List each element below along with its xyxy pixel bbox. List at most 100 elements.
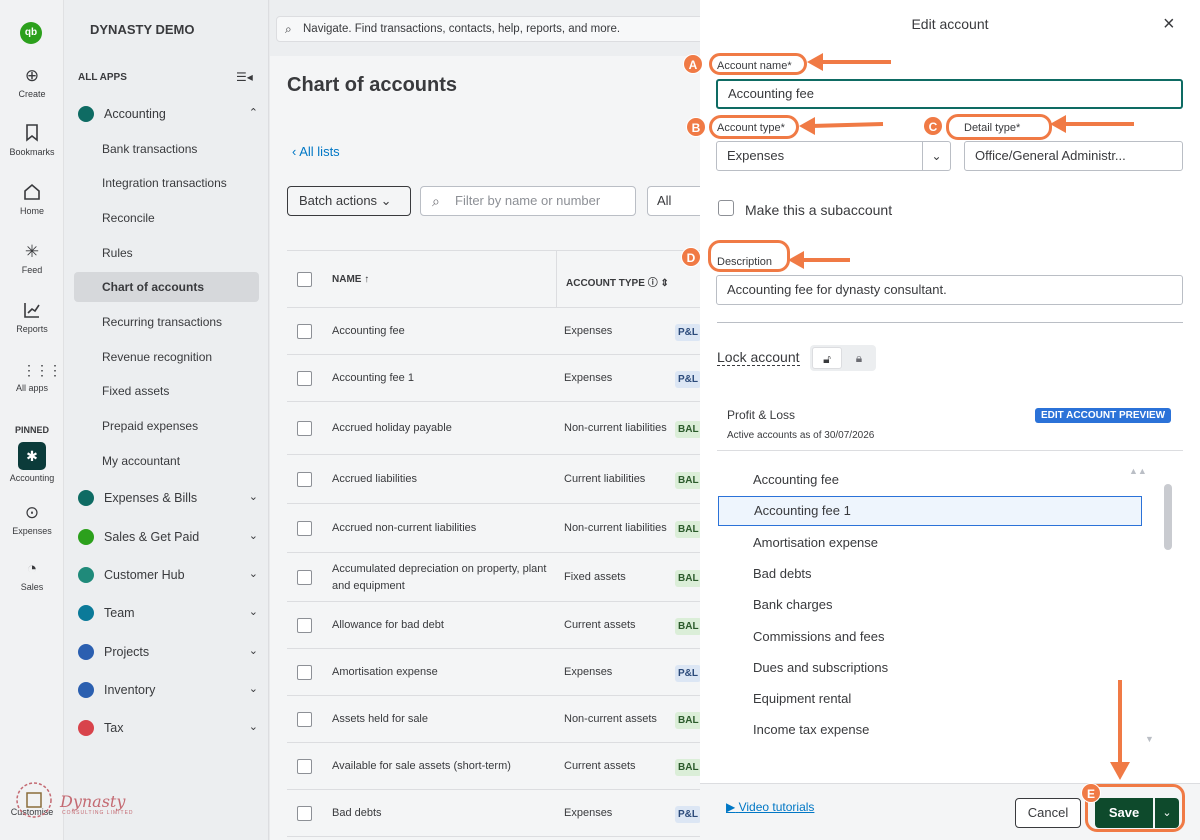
select-all-checkbox[interactable]: [297, 272, 312, 287]
nav-bank-transactions[interactable]: Bank transactions: [74, 134, 259, 164]
filter-input[interactable]: ⌕ Filter by name or number: [420, 186, 636, 216]
table-row[interactable]: Accounting fee Expenses P&L: [287, 308, 701, 355]
preview-list-item[interactable]: Amortisation expense: [753, 535, 878, 550]
table-row[interactable]: Accrued non-current liabilities Non-curre…: [287, 504, 702, 553]
rail-pinned-accounting[interactable]: ✱ Accounting: [0, 442, 64, 483]
nav-reconcile[interactable]: Reconcile: [74, 203, 259, 233]
account-type-select[interactable]: Expenses ⌄: [716, 141, 951, 171]
preview-scrollbar[interactable]: [1164, 484, 1172, 550]
rail-create[interactable]: ⊕ Create: [0, 66, 64, 99]
row-checkbox[interactable]: [297, 420, 312, 436]
nav-expenses-bills[interactable]: Expenses & Bills ⌄: [78, 488, 258, 510]
table-row[interactable]: Allowance for bad debt Current assets BAL: [287, 602, 702, 649]
row-checkbox[interactable]: [297, 805, 312, 821]
row-account-name[interactable]: Allowance for bad debt: [332, 617, 552, 634]
preview-list-item[interactable]: Bad debts: [753, 566, 812, 581]
table-row[interactable]: Bad debts Expenses P&L: [287, 790, 701, 837]
row-account-name[interactable]: Accrued liabilities: [332, 471, 552, 488]
preview-title: Profit & Loss: [727, 408, 796, 422]
type-filter-select[interactable]: All: [647, 186, 707, 216]
nav-chart-of-accounts[interactable]: Chart of accounts: [74, 272, 259, 302]
table-row[interactable]: Accrued liabilities Current liabilities BA…: [287, 455, 702, 504]
lock-account-toggle[interactable]: 🔓︎ 🔒︎: [810, 345, 876, 371]
row-account-name[interactable]: Amortisation expense: [332, 664, 552, 681]
nav-rules[interactable]: Rules: [74, 238, 259, 268]
nav-integration-transactions[interactable]: Integration transactions: [74, 168, 259, 198]
rail-home[interactable]: Home: [0, 183, 64, 216]
nav-tax[interactable]: Tax ⌄: [78, 718, 258, 740]
nav-revenue-recognition[interactable]: Revenue recognition: [74, 342, 259, 372]
table-row[interactable]: Accounting fee 1 Expenses P&L: [287, 355, 701, 402]
collapse-menu-icon[interactable]: ☰◂: [236, 70, 253, 84]
preview-list-item[interactable]: Accounting fee: [753, 472, 839, 487]
close-icon[interactable]: ×: [1163, 13, 1175, 36]
account-name-input[interactable]: Accounting fee: [716, 79, 1183, 109]
info-icon: ⓘ: [647, 278, 658, 289]
video-tutorials-link[interactable]: ▶ Video tutorials: [726, 800, 814, 814]
row-account-name[interactable]: Accumulated depreciation on property, pl…: [332, 561, 552, 595]
nav-accounting[interactable]: Accounting ⌃: [78, 104, 258, 126]
preview-list-item[interactable]: Bank charges: [753, 597, 833, 612]
cancel-button[interactable]: Cancel: [1015, 798, 1081, 828]
preview-list-item[interactable]: Income tax expense: [753, 722, 869, 737]
quickbooks-logo[interactable]: qb: [20, 22, 42, 44]
rail-reports[interactable]: Reports: [0, 301, 64, 334]
row-account-type: Expenses: [564, 807, 613, 819]
nav-sales-get-paid[interactable]: Sales & Get Paid ⌄: [78, 527, 258, 549]
row-account-name[interactable]: Accrued non-current liabilities: [332, 520, 552, 537]
column-account-type[interactable]: ACCOUNT TYPE ⓘ ⇕: [566, 274, 669, 289]
row-account-name[interactable]: Accrued holiday payable: [332, 420, 552, 437]
nav-prepaid-expenses[interactable]: Prepaid expenses: [74, 411, 259, 441]
unlock-icon[interactable]: 🔓︎: [812, 347, 842, 369]
rail-all-apps[interactable]: ⋮⋮⋮ All apps: [0, 360, 64, 393]
row-checkbox[interactable]: [297, 471, 312, 487]
detail-type-select[interactable]: Office/General Administr...: [964, 141, 1183, 171]
row-account-name[interactable]: Bad debts: [332, 805, 552, 822]
row-account-name[interactable]: Assets held for sale: [332, 711, 552, 728]
batch-actions-button[interactable]: Batch actions ⌄: [287, 186, 411, 216]
row-account-name[interactable]: Available for sale assets (short-term): [332, 758, 552, 775]
column-name[interactable]: NAME ↑: [332, 274, 369, 285]
row-account-name[interactable]: Accounting fee 1: [332, 370, 552, 387]
rail-pinned-expenses[interactable]: ⊙ Expenses: [0, 503, 64, 536]
subaccount-checkbox[interactable]: [718, 200, 734, 216]
nav-customer-hub[interactable]: Customer Hub ⌄: [78, 565, 258, 587]
rail-pinned-sales[interactable]: ◔ Sales: [0, 559, 64, 592]
table-row[interactable]: Accumulated depreciation on property, pl…: [287, 553, 702, 602]
row-checkbox[interactable]: [297, 664, 312, 680]
description-input[interactable]: Accounting fee for dynasty consultant.: [716, 275, 1183, 305]
row-checkbox[interactable]: [297, 370, 312, 386]
scroll-up-icon[interactable]: ▲▲: [1129, 466, 1147, 476]
row-checkbox[interactable]: [297, 758, 312, 774]
row-checkbox[interactable]: [297, 569, 312, 585]
sort-up-icon: ↑: [364, 274, 370, 285]
lock-icon[interactable]: 🔒︎: [844, 347, 874, 369]
table-row[interactable]: Available for sale assets (short-term) Cu…: [287, 743, 702, 790]
all-lists-link[interactable]: ‹ All lists: [292, 144, 340, 159]
row-account-name[interactable]: Accounting fee: [332, 323, 552, 340]
rail-feed[interactable]: ✳ Feed: [0, 242, 64, 275]
chevron-down-icon: ⌄: [248, 530, 258, 542]
table-row[interactable]: Assets held for sale Non-current assets BA…: [287, 696, 702, 743]
preview-list-item[interactable]: Commissions and fees: [753, 629, 885, 644]
row-checkbox[interactable]: [297, 323, 312, 339]
nav-fixed-assets[interactable]: Fixed assets: [74, 376, 259, 406]
table-row[interactable]: Amortisation expense Expenses P&L: [287, 649, 701, 696]
table-row[interactable]: Accrued holiday payable Non-current liabi…: [287, 402, 702, 455]
row-checkbox[interactable]: [297, 711, 312, 727]
row-checkbox[interactable]: [297, 520, 312, 536]
row-checkbox[interactable]: [297, 617, 312, 633]
nav-team[interactable]: Team ⌄: [78, 603, 258, 625]
preview-list-item[interactable]: Dues and subscriptions: [753, 660, 888, 675]
nav-inventory[interactable]: Inventory ⌄: [78, 680, 258, 702]
nav-my-accountant[interactable]: My accountant: [74, 446, 259, 476]
chevron-down-icon: ⌄: [248, 491, 258, 503]
nav-recurring-transactions[interactable]: Recurring transactions: [74, 307, 259, 337]
preview-list-item[interactable]: Accounting fee 1: [718, 496, 1142, 526]
nav-projects[interactable]: Projects ⌄: [78, 642, 258, 664]
search-icon: ⌕: [285, 22, 292, 36]
scroll-down-icon[interactable]: ▼: [1145, 734, 1154, 744]
rail-bookmarks[interactable]: Bookmarks: [0, 124, 64, 157]
global-search-input[interactable]: ⌕ Navigate. Find transactions, contacts,…: [276, 16, 706, 42]
preview-list-item[interactable]: Equipment rental: [753, 691, 851, 706]
